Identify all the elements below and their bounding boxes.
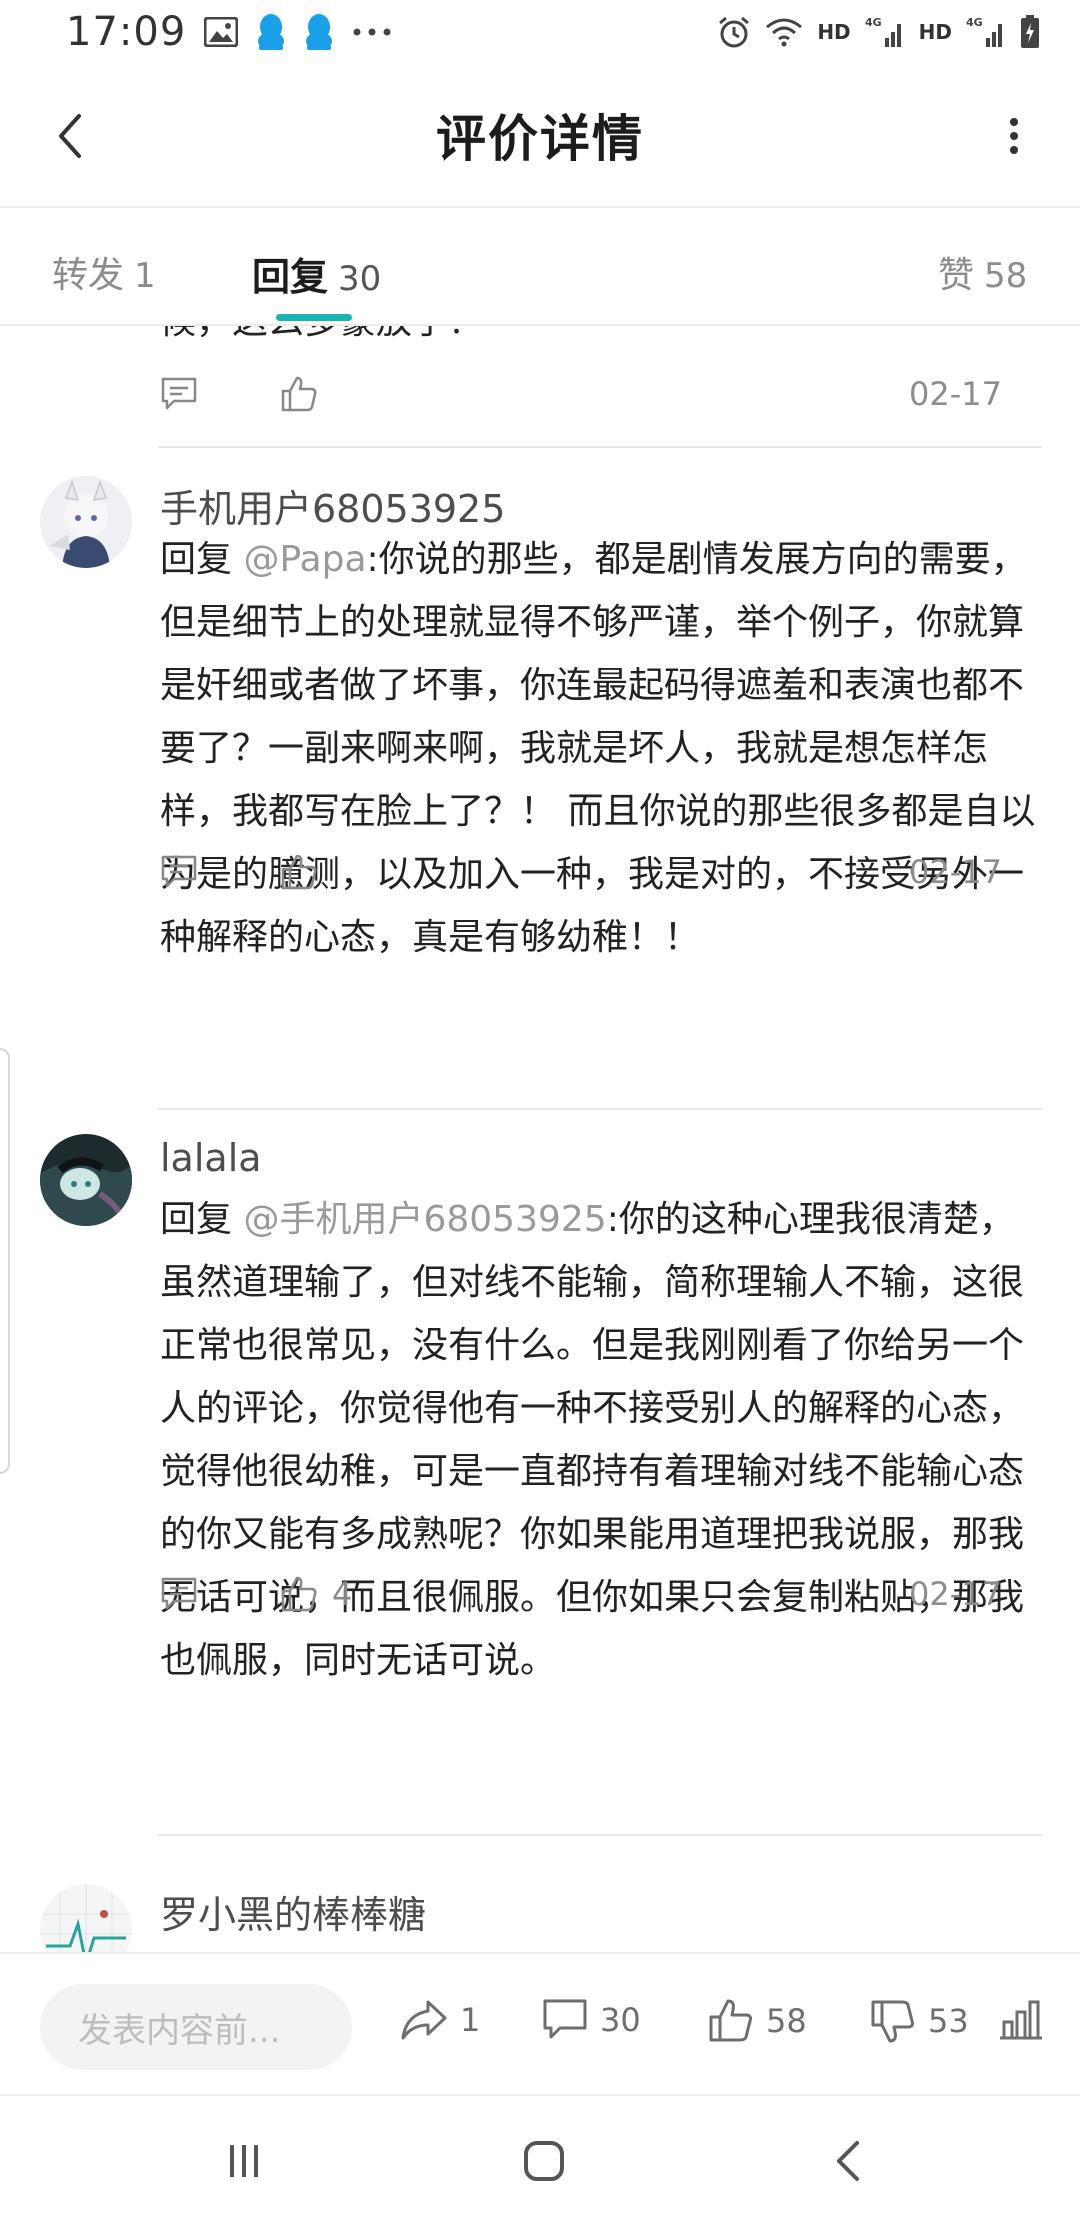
reply-prefix: 回复 [160, 539, 244, 580]
comment-icon [161, 855, 197, 888]
like-button[interactable] [280, 375, 318, 413]
back-arrow-icon [837, 2141, 859, 2181]
tab-count: 30 [338, 259, 382, 299]
tab-label: 赞 [938, 255, 975, 296]
tab-bar: 转发 1 回复 30 赞 58 [0, 210, 1080, 326]
reply-button[interactable] [160, 376, 198, 412]
tab-label: 回复 [252, 255, 329, 299]
avatar[interactable] [40, 1884, 132, 1952]
more-dots-icon [352, 27, 392, 37]
share-count: 1 [460, 2001, 481, 2039]
system-back-button[interactable] [808, 2126, 888, 2196]
svg-text:4G: 4G [865, 16, 882, 29]
signal-icon: 4G [966, 16, 1006, 48]
avatar[interactable] [40, 1134, 132, 1226]
like-total-button[interactable]: 58 [708, 1998, 807, 2044]
dislike-button[interactable]: 53 [870, 1998, 969, 2044]
comment-count-button[interactable]: 30 [542, 1998, 641, 2042]
signal-icon: 4G [865, 16, 905, 48]
tab-reply[interactable]: 回复 30 [252, 246, 381, 301]
recent-apps-icon [230, 2145, 258, 2177]
comment-date: 02-17 [909, 853, 1002, 891]
username[interactable]: 罗小黑的棒棒糖 [160, 1884, 426, 1939]
home-button[interactable] [504, 2126, 584, 2196]
tab-likes[interactable]: 赞 58 [938, 246, 1027, 298]
status-time: 17:09 [66, 9, 187, 55]
comment-actions: 02-17 [160, 364, 1042, 424]
comment-actions: 02-17 [160, 842, 1042, 902]
tab-forward[interactable]: 转发 1 [52, 246, 156, 298]
compose-input[interactable]: 发表内容前... [40, 1984, 352, 2070]
active-tab-indicator [276, 314, 352, 321]
more-menu-button[interactable] [978, 100, 1050, 172]
tab-count: 1 [134, 256, 156, 296]
mention-link[interactable]: @手机用户68053925 [243, 1199, 606, 1240]
avatar[interactable] [40, 476, 132, 568]
page-title: 评价详情 [436, 110, 644, 168]
share-arrow-icon [401, 2000, 447, 2040]
app-header: 评价详情 [0, 64, 1080, 208]
comment-bubble-icon [543, 1999, 587, 2039]
battery-charging-icon [1020, 15, 1040, 49]
like-total: 58 [766, 2002, 807, 2040]
like-button[interactable]: 4 [280, 1575, 352, 1613]
comment-body: 回复 @Papa:你说的那些，都是剧情发展方向的需要，但是细节上的处理就显得不够… [160, 528, 1040, 969]
mention-link[interactable]: @Papa [243, 539, 366, 580]
divider [158, 1834, 1042, 1836]
share-button[interactable]: 1 [400, 1998, 480, 2042]
system-nav-bar [0, 2094, 1080, 2220]
image-icon [204, 17, 239, 47]
comment-count: 30 [600, 2001, 641, 2039]
chevron-left-icon [59, 114, 81, 158]
home-icon [524, 2141, 564, 2181]
comment-date: 02-17 [909, 375, 1002, 413]
thumbs-up-icon [281, 1576, 317, 1612]
thumbs-up-icon [281, 376, 317, 412]
thumbs-down-icon [871, 2000, 915, 2043]
reply-prefix: 回复 [160, 1199, 244, 1240]
comment-actions: 4 02-17 [160, 1564, 1042, 1624]
compose-placeholder: 发表内容前... [78, 2010, 281, 2051]
stats-button[interactable] [998, 1998, 1044, 2042]
qq-penguin-icon [304, 13, 334, 51]
vertical-dots-icon [1010, 118, 1018, 154]
hd-label: HD [817, 20, 851, 44]
reply-button[interactable] [160, 1576, 198, 1612]
comment-date: 02-17 [909, 1575, 1002, 1613]
svg-text:4G: 4G [966, 16, 983, 29]
edge-panel-handle[interactable] [0, 1048, 10, 1474]
comment-icon [161, 1577, 197, 1610]
hd-label-2: HD [918, 20, 952, 44]
like-button[interactable] [280, 853, 332, 891]
alarm-icon [717, 15, 751, 49]
status-bar: 17:09 HD 4G HD 4G [0, 0, 1080, 64]
divider [158, 446, 1042, 448]
qq-penguin-icon [256, 13, 286, 51]
username[interactable]: 手机用户68053925 [160, 478, 505, 533]
dislike-count: 53 [928, 2002, 969, 2040]
tab-count: 58 [984, 256, 1028, 296]
reply-list[interactable]: 候，这么多豪放了？ 02-17 手机用户68053925 回复 @Papa:你说… [0, 326, 1080, 1952]
recent-apps-button[interactable] [204, 2126, 284, 2196]
thumbs-up-icon [709, 1999, 753, 2042]
bar-chart-icon [1000, 2000, 1042, 2040]
comment-icon [161, 377, 197, 410]
back-button[interactable] [34, 100, 106, 172]
clipped-comment-text: 候，这么多豪放了？ [160, 326, 484, 344]
username[interactable]: lalala [160, 1136, 262, 1180]
bottom-action-bar: 发表内容前... 1 30 58 53 [0, 1952, 1080, 2094]
divider [158, 1108, 1042, 1110]
reply-button[interactable] [160, 854, 198, 890]
like-count: 4 [332, 1575, 353, 1613]
tab-label: 转发 [52, 255, 125, 296]
thumbs-up-icon [281, 854, 317, 890]
wifi-icon [765, 17, 803, 47]
